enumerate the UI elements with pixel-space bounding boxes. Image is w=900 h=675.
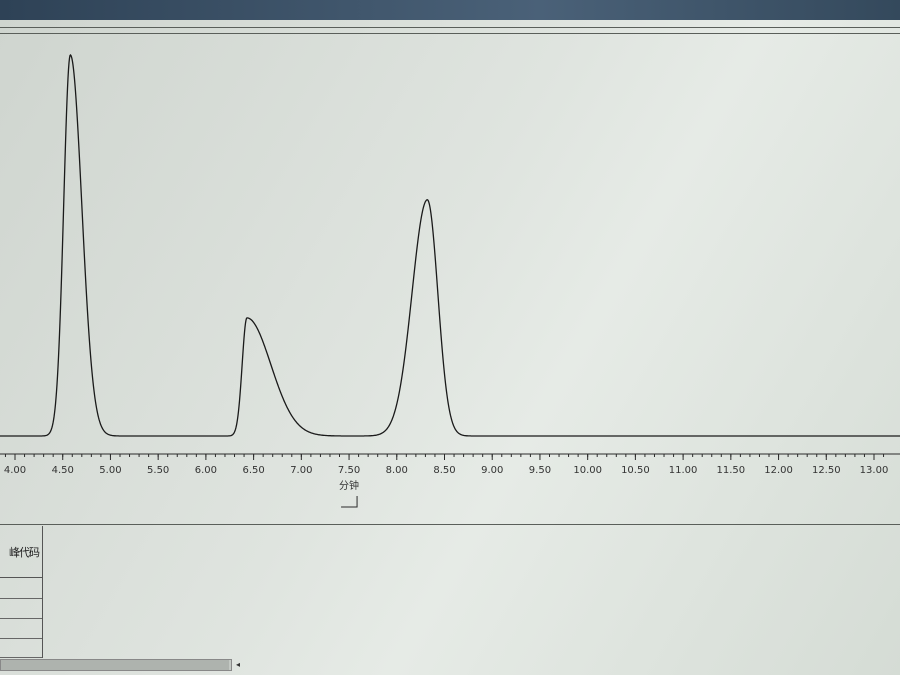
x-tick-label: 7.50: [338, 465, 360, 476]
x-tick-label: 6.00: [195, 465, 217, 476]
x-tick-label: 12.50: [812, 465, 841, 476]
x-tick-label: 11.50: [717, 465, 746, 476]
peak-table-sidebar: 峰代码: [0, 526, 43, 658]
x-tick-label: 8.00: [386, 465, 408, 476]
chromatogram-chart: 4.00 4.50 5.00 5.50 6.00 6.50 7.00 7.50 8.00 8.50…: [0, 54, 900, 508]
x-tick-label: 13.00: [860, 465, 889, 476]
panel-divider: [0, 524, 900, 525]
axis-unit-bracket-icon[interactable]: [341, 496, 358, 508]
chromatogram-panel[interactable]: 4.00 4.50 5.00 5.50 6.00 6.50 7.00 7.50 8.00 8.50…: [0, 20, 900, 525]
x-tick-label: 8.50: [433, 465, 455, 476]
x-tick-label: 11.00: [669, 465, 698, 476]
scrollbar-thumb[interactable]: [1, 660, 229, 670]
x-tick-label: 7.00: [290, 465, 312, 476]
table-row[interactable]: [0, 657, 42, 658]
x-tick-label: 10.00: [573, 465, 602, 476]
x-tick-label: 6.50: [242, 465, 264, 476]
table-row[interactable]: [0, 638, 42, 639]
peak-table-panel: 峰代码 ◂: [0, 526, 900, 675]
x-axis-unit-label: 分钟: [339, 479, 359, 492]
chromatogram-trace: [0, 54, 900, 437]
table-row[interactable]: [0, 618, 42, 619]
scroll-right-arrow-icon[interactable]: ◂: [236, 660, 244, 670]
x-tick-label: 9.00: [481, 465, 503, 476]
table-row[interactable]: [0, 598, 42, 599]
x-tick-label: 4.50: [52, 465, 74, 476]
x-tick-label: 12.00: [764, 465, 793, 476]
monitor-top-bezel: [0, 0, 900, 20]
x-tick-label: 9.50: [529, 465, 551, 476]
horizontal-scrollbar[interactable]: [0, 659, 232, 671]
x-tick-label: 10.50: [621, 465, 650, 476]
x-tick-label: 5.50: [147, 465, 169, 476]
x-tick-label: 4.00: [4, 465, 26, 476]
peak-code-header[interactable]: 峰代码: [0, 526, 42, 578]
x-tick-label: 5.00: [99, 465, 121, 476]
